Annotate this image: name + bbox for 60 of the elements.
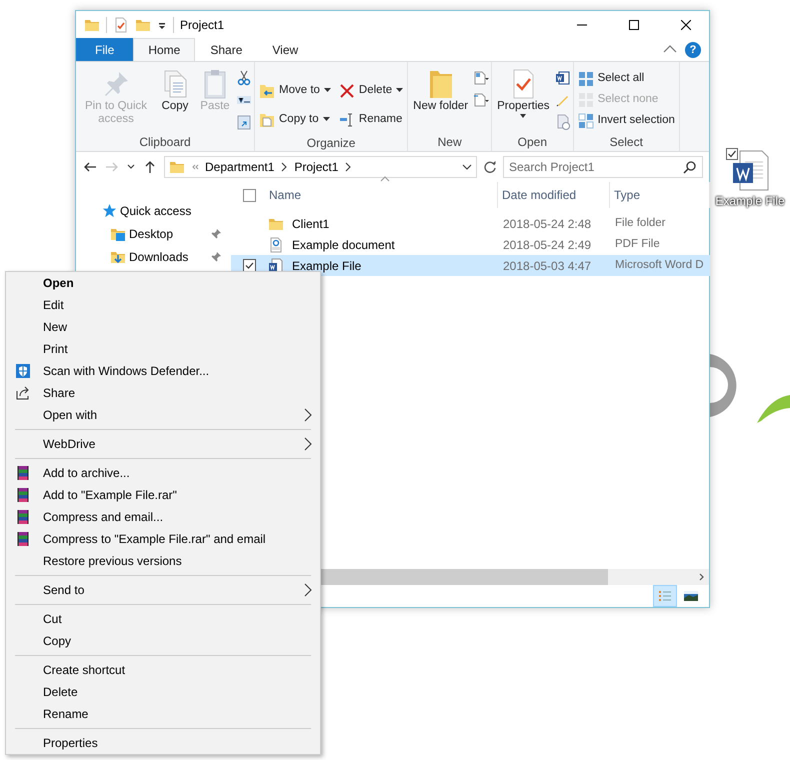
column-header[interactable]: Date modified bbox=[502, 186, 576, 204]
file-row[interactable]: Example File 2018-05-03 4:47 Microsoft Word D bbox=[231, 255, 710, 276]
menu-item[interactable]: Restore previous versions bbox=[6, 550, 320, 572]
ribbon-tab[interactable]: Share bbox=[195, 38, 258, 61]
file-row[interactable]: Client1 2018-05-24 2:48 File folder bbox=[231, 213, 710, 234]
menu-item[interactable]: Share bbox=[6, 382, 320, 404]
search-field[interactable]: Search Project1 bbox=[503, 156, 703, 178]
ribbon-button[interactable]: Delete bbox=[336, 76, 406, 105]
type-cell-text: Microsoft Word D bbox=[614, 258, 704, 273]
menu-item[interactable]: Delete bbox=[6, 681, 320, 703]
group-label: Organize bbox=[306, 135, 356, 152]
menu-item[interactable]: Scan with Windows Defender... bbox=[6, 360, 320, 382]
menu-item[interactable]: Print bbox=[6, 338, 320, 360]
address-field[interactable]: Department1 Project1 bbox=[164, 156, 477, 178]
column-header[interactable]: Type bbox=[614, 186, 640, 204]
ribbon-button[interactable]: Select all bbox=[576, 68, 677, 89]
menu-item[interactable]: Open with bbox=[6, 404, 320, 426]
date-cell-text: 2018-05-03 4:47 bbox=[502, 258, 592, 274]
menu-item[interactable]: Cut bbox=[6, 608, 320, 630]
file-name: Example File bbox=[292, 258, 362, 274]
menu-item[interactable]: Edit bbox=[6, 294, 320, 316]
file-name: Client1 bbox=[292, 216, 330, 232]
menu-item[interactable]: Add to "Example File.rar" bbox=[6, 484, 320, 506]
file-row[interactable]: Example document 2018-05-24 2:49 PDF File bbox=[231, 234, 710, 255]
menu-item[interactable]: Add to archive... bbox=[6, 462, 320, 484]
ribbon-button[interactable]: Copy to bbox=[257, 105, 333, 134]
menu-item[interactable]: Send to bbox=[6, 579, 320, 601]
menu-item[interactable]: Properties bbox=[6, 732, 320, 754]
ribbon-button[interactable]: Move to bbox=[257, 76, 333, 105]
date-cell-text: 2018-05-24 2:49 bbox=[502, 236, 592, 254]
nav-item[interactable]: Quick access bbox=[120, 202, 192, 220]
menu-item[interactable]: Copy bbox=[6, 630, 320, 652]
ribbon-button[interactable]: Properties bbox=[494, 66, 553, 133]
menu-item[interactable]: Compress and email... bbox=[6, 506, 320, 528]
ribbon-button[interactable]: Rename bbox=[336, 105, 406, 134]
ribbon-button[interactable]: Copy bbox=[156, 66, 194, 133]
nav-item[interactable]: Downloads bbox=[129, 248, 188, 266]
ribbon-button[interactable]: New folder bbox=[410, 66, 472, 133]
nav-item[interactable]: Desktop bbox=[129, 224, 174, 242]
menu-item[interactable]: New bbox=[6, 316, 320, 338]
file-menu-tab[interactable]: File bbox=[76, 38, 134, 61]
group-label: Clipboard bbox=[138, 134, 192, 151]
ribbon-button[interactable]: Invert selection bbox=[576, 110, 677, 131]
window-title: Project1 bbox=[180, 16, 224, 34]
group-label: Select bbox=[608, 134, 644, 151]
file-name: Example document bbox=[292, 236, 395, 254]
type-cell-text: File folder bbox=[614, 216, 666, 231]
type-cell-text: PDF File bbox=[614, 236, 660, 252]
group-label: New bbox=[436, 134, 463, 151]
ribbon-tab[interactable]: View bbox=[257, 38, 314, 61]
date-cell-text: 2018-05-24 2:48 bbox=[502, 216, 592, 232]
column-header[interactable]: Name bbox=[269, 186, 302, 204]
help-button[interactable]: ? bbox=[685, 42, 701, 58]
desktop-icon-label[interactable]: Example File bbox=[715, 192, 785, 210]
menu-item[interactable]: Rename bbox=[6, 703, 320, 725]
group-label: Open bbox=[516, 134, 548, 151]
menu-item[interactable]: WebDrive bbox=[6, 433, 320, 455]
menu-item[interactable]: Compress to "Example File.rar" and email bbox=[6, 528, 320, 550]
menu-item[interactable]: Create shortcut bbox=[6, 659, 320, 681]
ribbon-tab[interactable]: Home bbox=[133, 38, 196, 61]
